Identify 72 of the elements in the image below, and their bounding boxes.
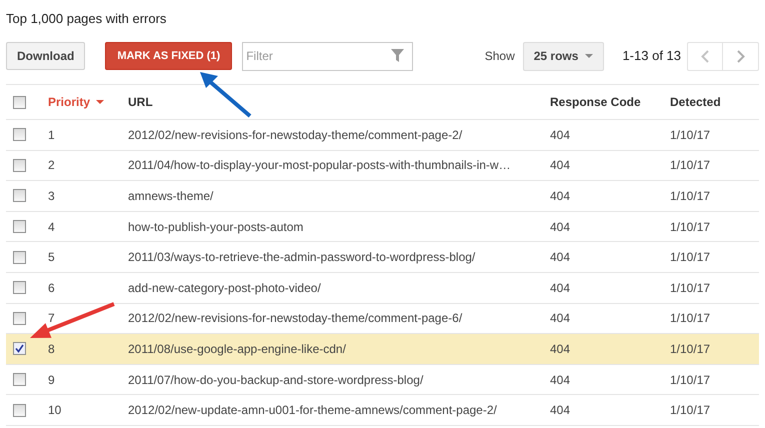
priority-cell: 10	[48, 403, 62, 418]
response-code-cell: 404	[550, 128, 570, 142]
download-button[interactable]: Download	[6, 42, 86, 70]
checkbox[interactable]	[13, 342, 26, 356]
filter-field[interactable]: Filter	[242, 42, 414, 70]
column-header[interactable]: Detected	[670, 93, 721, 111]
checkbox[interactable]	[13, 250, 26, 264]
url-cell: 2012/02/new-revisions-for-newstoday-theme/comment-page-6/	[128, 311, 462, 326]
chevron-right-icon	[736, 50, 744, 62]
url-cell: 2012/02/new-update-amn-u001-for-theme-amnews/comment-page-2/	[128, 403, 497, 418]
priority-cell: 8	[48, 342, 55, 356]
response-code-cell: 404	[550, 188, 570, 203]
previous-page-button[interactable]	[687, 42, 723, 70]
column-header[interactable]: Response Code	[550, 93, 641, 111]
rows-dropdown[interactable]: 25 rows	[522, 42, 604, 70]
url-cell: add-new-category-post-photo-video/	[128, 280, 321, 295]
priority-cell: 6	[48, 280, 55, 295]
url-cell: 2012/02/new-revisions-for-newstoday-theme/comment-page-2/	[128, 128, 462, 142]
detected-cell: 1/10/17	[670, 342, 710, 356]
response-code-cell: 404	[550, 372, 570, 387]
chevron-left-icon	[701, 50, 709, 62]
caret-icon	[585, 54, 594, 58]
table-row[interactable]: 8 2011/08/use-google-app-engine-like-cdn/ 404 1/10/17	[6, 334, 759, 365]
detected-cell: 1/10/17	[670, 220, 710, 234]
detected-cell: 1/10/17	[670, 280, 710, 295]
column-header[interactable]: URL	[128, 93, 153, 111]
checkbox[interactable]	[13, 404, 26, 417]
checkbox[interactable]	[13, 312, 26, 325]
priority-cell: 5	[48, 250, 55, 264]
response-code-cell: 404	[550, 342, 570, 356]
url-cell: 2011/03/ways-to-retrieve-the-admin-password-to-wordpress-blog/	[128, 250, 476, 264]
response-code-cell: 404	[550, 158, 570, 172]
response-code-cell: 404	[550, 403, 570, 418]
checkbox[interactable]	[13, 128, 26, 142]
table-row[interactable]: 7 2012/02/new-revisions-for-newstoday-theme/comment-page-6/ 404 1/10/17	[6, 304, 759, 334]
priority-cell: 4	[48, 220, 55, 234]
show-label: Show	[484, 48, 515, 65]
detected-cell: 1/10/17	[670, 403, 710, 418]
url-cell: 2011/08/use-google-app-engine-like-cdn/	[128, 342, 346, 356]
sort-icon	[96, 100, 104, 104]
url-cell: 2011/04/how-to-display-your-most-popular-posts-with-thumbnails-in-w…	[128, 158, 511, 172]
url-cell: how-to-publish-your-posts-autom	[128, 220, 304, 234]
checkbox[interactable]	[13, 220, 26, 234]
url-cell: 2011/07/how-do-you-backup-and-store-wordpress-blog/	[128, 372, 424, 387]
next-page-button[interactable]	[723, 42, 759, 70]
priority-cell: 9	[48, 372, 55, 387]
response-code-cell: 404	[550, 250, 570, 264]
detected-cell: 1/10/17	[670, 250, 710, 264]
table-row[interactable]: 2 2011/04/how-to-display-your-most-popular-posts-with-thumbnails-in-w… 404 1/10/17	[6, 150, 759, 182]
page-range: 1-13 of 13	[622, 47, 681, 66]
response-code-cell: 404	[550, 280, 570, 295]
mark-as-fixed-button[interactable]: MARK AS FIXED (1)	[105, 42, 232, 70]
checkbox[interactable]	[13, 158, 26, 172]
checkbox[interactable]	[13, 281, 26, 294]
url-cell: amnews-theme/	[128, 188, 214, 203]
page-title: Top 1,000 pages with errors	[6, 11, 168, 27]
detected-cell: 1/10/17	[670, 188, 710, 203]
checkbox[interactable]	[13, 189, 26, 202]
column-header[interactable]: Priority	[48, 93, 104, 111]
detected-cell: 1/10/17	[670, 372, 710, 387]
response-code-cell: 404	[550, 220, 570, 234]
detected-cell: 1/10/17	[670, 158, 710, 172]
priority-cell: 2	[48, 158, 55, 172]
priority-cell: 7	[48, 311, 55, 326]
checkbox[interactable]	[13, 373, 26, 386]
detected-cell: 1/10/17	[670, 311, 710, 326]
checkbox[interactable]	[13, 96, 26, 108]
detected-cell: 1/10/17	[670, 128, 710, 142]
response-code-cell: 404	[550, 311, 570, 326]
priority-cell: 1	[48, 128, 55, 142]
filter-icon	[391, 48, 404, 62]
priority-cell: 3	[48, 188, 55, 203]
